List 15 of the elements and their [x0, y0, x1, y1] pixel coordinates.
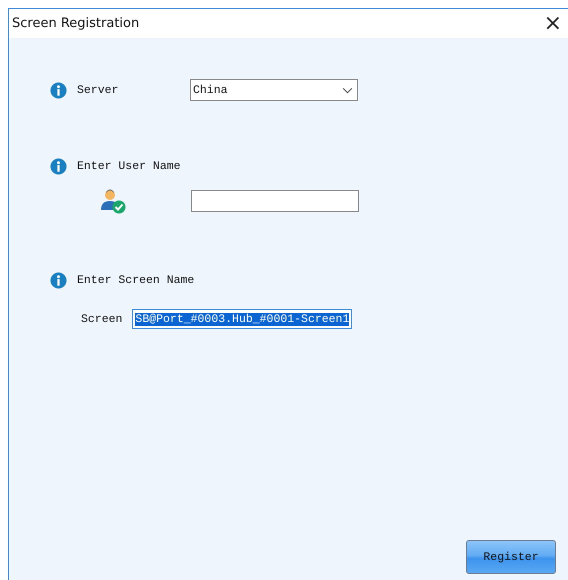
- user-check-icon: [100, 188, 126, 214]
- register-button[interactable]: Register: [466, 540, 556, 574]
- user-name-label: Enter User Name: [77, 160, 181, 173]
- info-icon: [50, 82, 67, 98]
- screen-name-field[interactable]: SB@Port_#0003.Hub_#0001-Screen1: [132, 309, 352, 329]
- info-icon: [50, 158, 67, 175]
- window-title: Screen Registration: [11, 16, 140, 31]
- close-button[interactable]: ×: [538, 14, 568, 34]
- server-dropdown[interactable]: China: [190, 79, 358, 101]
- user-name-field[interactable]: [191, 190, 359, 212]
- info-icon: [50, 272, 67, 289]
- caret-icon: [342, 86, 353, 94]
- screen-name-label: Enter Screen Name: [77, 274, 194, 287]
- server-label: Server: [77, 84, 120, 96]
- screen-label: Screen: [81, 312, 122, 326]
